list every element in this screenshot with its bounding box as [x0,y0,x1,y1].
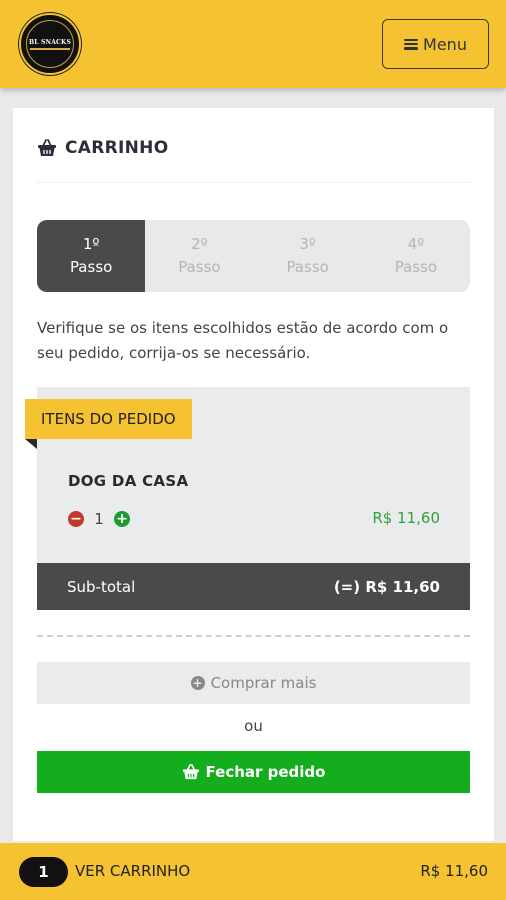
menu-button[interactable]: Menu [382,19,489,69]
step-label: Passo [286,258,329,276]
item-name: DOG DA CASA [68,472,189,490]
brand-logo[interactable]: BL SNACKS [19,13,81,75]
or-separator: ou [244,717,263,735]
subtotal-label: Sub-total [67,577,136,596]
step-2[interactable]: 2º Passo [145,220,253,292]
section-label: ITENS DO PEDIDO [41,410,176,428]
ribbon-fold [25,439,37,449]
item-quantity: 1 [94,510,104,528]
cart-count-badge: 1 [19,857,68,887]
basket-icon [38,139,56,156]
buy-more-button[interactable]: + Comprar mais [37,662,470,704]
item-price: R$ 11,60 [372,509,440,527]
view-cart-link[interactable]: VER CARRINHO [75,862,190,880]
plus-icon[interactable]: + [114,511,130,527]
quantity-stepper: − 1 + [68,510,130,528]
checkout-steps: 1º Passo 2º Passo 3º Passo 4º Passo [37,220,470,292]
hamburger-icon [404,38,419,50]
step-number: 1º [82,235,100,253]
subtotal-bar: Sub-total (=) R$ 11,60 [37,563,470,610]
menu-label: Menu [423,34,467,54]
checkout-label: Fechar pedido [205,763,326,781]
cart-card: CARRINHO 1º Passo 2º Passo 3º Passo 4º P… [13,108,494,841]
plus-circle-icon: + [190,676,205,690]
buy-more-label: Comprar mais [210,674,317,692]
app-header: BL SNACKS Menu [0,0,506,88]
basket-icon [182,764,199,780]
checkout-button[interactable]: Fechar pedido [37,751,470,793]
page-title: CARRINHO [65,138,169,158]
cart-title-row: CARRINHO [37,138,168,158]
step-number: 2º [191,235,208,253]
minus-icon[interactable]: − [68,511,84,527]
section-ribbon: ITENS DO PEDIDO [25,399,192,439]
step-3[interactable]: 3º Passo [254,220,362,292]
step-label: Passo [69,258,113,276]
step-1[interactable]: 1º Passo [37,220,146,292]
logo-text: BL SNACKS [29,38,71,46]
step-label: Passo [178,258,221,276]
cart-summary-bar[interactable]: 1 VER CARRINHO R$ 11,60 [0,843,506,900]
step-label: Passo [394,258,438,276]
step-number: 4º [407,235,425,253]
step-4[interactable]: 4º Passo [362,220,470,292]
cart-total: R$ 11,60 [420,862,488,880]
step-number: 3º [299,235,316,253]
subtotal-value: (=) R$ 11,60 [333,577,440,596]
title-divider [37,182,470,183]
dashed-divider [37,635,470,637]
intro-text: Verifique se os itens escolhidos estão d… [37,319,449,362]
